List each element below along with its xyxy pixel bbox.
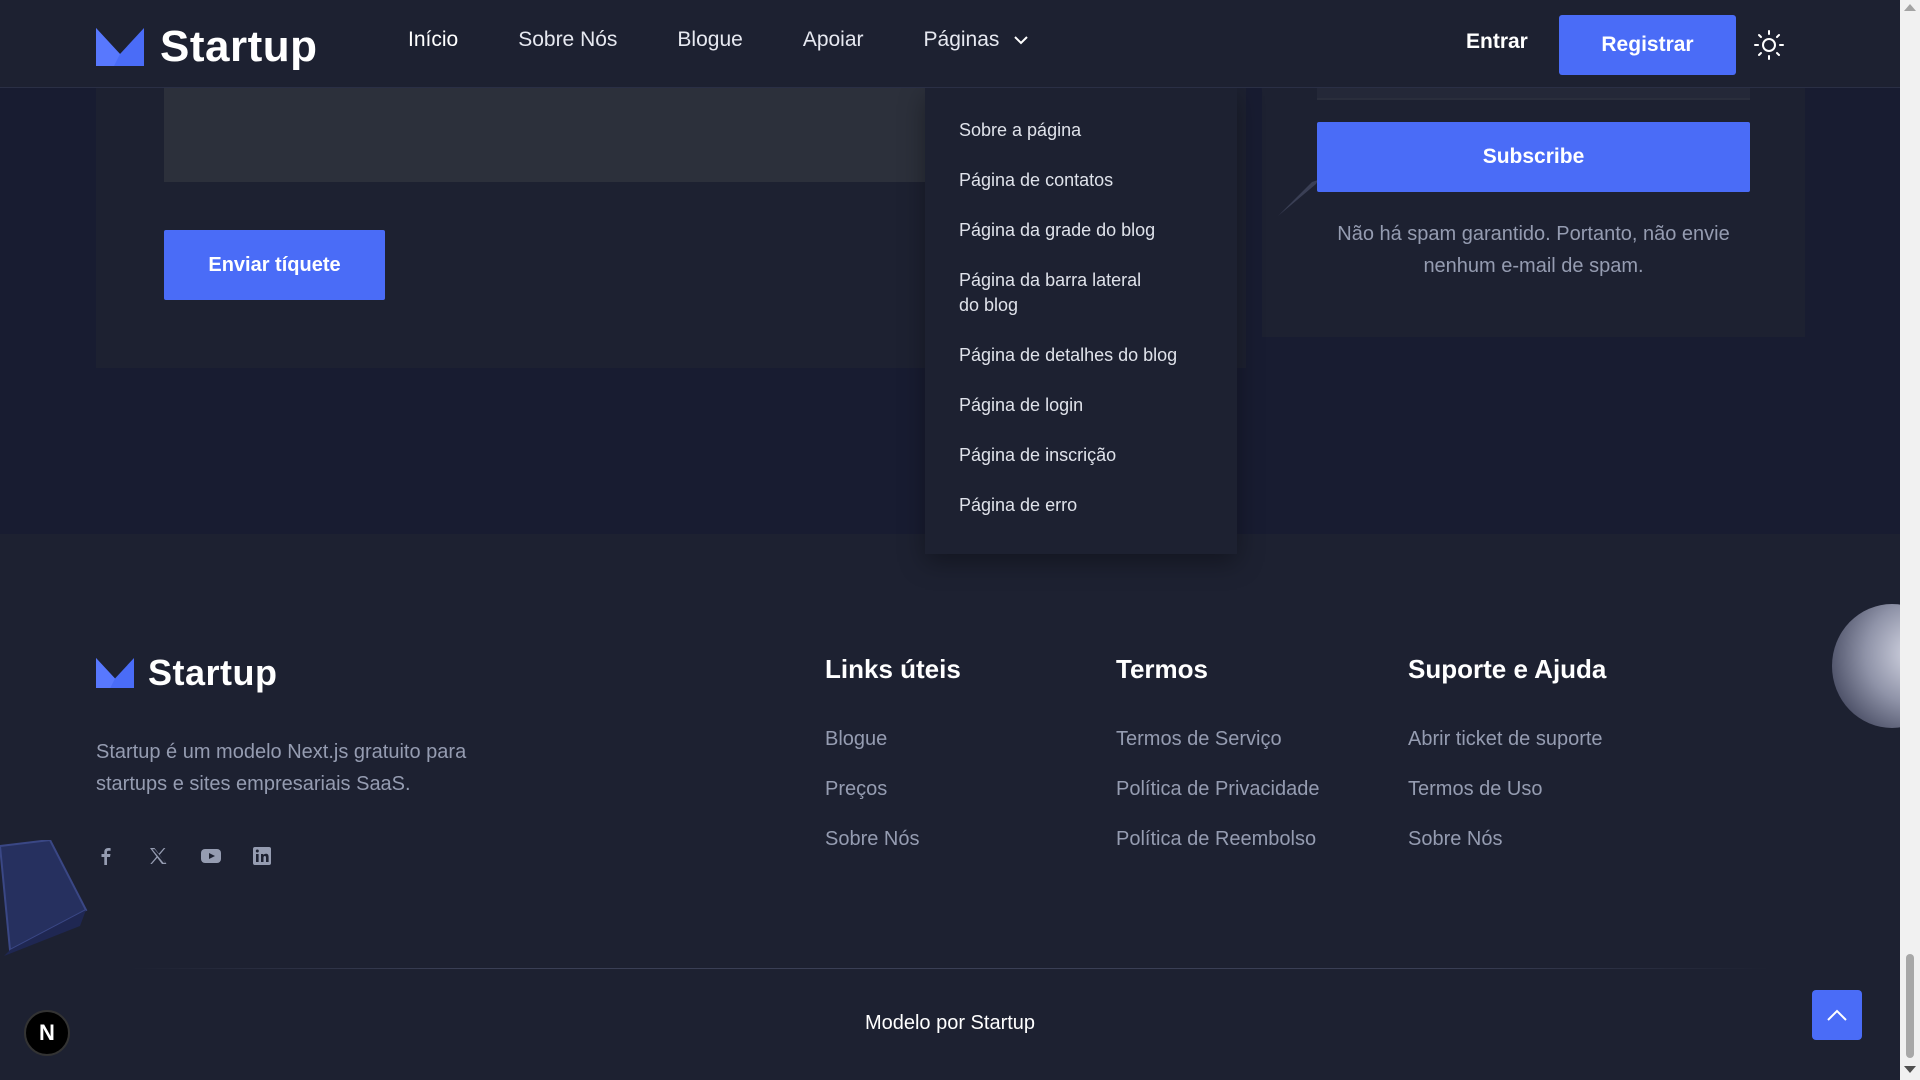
decorative-cube-icon	[0, 840, 88, 956]
chevron-down-icon	[1014, 36, 1029, 45]
footer-divider	[130, 968, 1770, 969]
footer-link-terms-of-use[interactable]: Termos de Uso	[1408, 777, 1606, 801]
nav-item-home[interactable]: Início	[408, 28, 458, 52]
x-icon[interactable]	[148, 846, 168, 866]
footer-col-support: Suporte e Ajuda Abrir ticket de suporte …	[1408, 654, 1606, 877]
footer-description: Startup é um modelo Next.js gratuito par…	[96, 741, 467, 795]
dropdown-item-about-page[interactable]: Sobre a página	[925, 118, 1237, 143]
footer-link-about[interactable]: Sobre Nós	[825, 827, 961, 851]
site-header: Startup Início Sobre Nós Blogue Apoiar P…	[0, 0, 1900, 88]
nav-item-pages[interactable]: Páginas	[924, 28, 1030, 52]
footer-link-open-ticket[interactable]: Abrir ticket de suporte	[1408, 727, 1606, 751]
footer-col-useful-links: Links úteis Blogue Preços Sobre Nós	[825, 654, 961, 877]
dropdown-item-login[interactable]: Página de login	[925, 393, 1237, 418]
brand-name: Startup	[160, 22, 318, 71]
dropdown-item-blog-grid[interactable]: Página da grade do blog	[925, 218, 1237, 243]
newsletter-card	[1262, 60, 1805, 337]
header-logo[interactable]: Startup	[96, 22, 318, 72]
footer-link-pricing[interactable]: Preços	[825, 777, 961, 801]
footer-col-terms: Termos Termos de Serviço Política de Pri…	[1116, 654, 1319, 877]
startup-logo-icon	[96, 657, 134, 689]
nav-item-support[interactable]: Apoiar	[803, 28, 864, 52]
footer-col-title: Termos	[1116, 654, 1208, 684]
scroll-up-arrow-icon[interactable]	[1904, 4, 1916, 11]
subscribe-button[interactable]: Subscribe	[1317, 122, 1750, 192]
startup-logo-icon	[96, 28, 144, 66]
no-spam-note: Não há spam garantido. Portanto, não env…	[1337, 223, 1730, 277]
youtube-icon[interactable]	[200, 846, 221, 866]
send-ticket-button[interactable]: Enviar tíquete	[164, 230, 385, 300]
scroll-to-top-button[interactable]	[1812, 990, 1862, 1040]
sun-icon[interactable]	[1754, 30, 1784, 60]
scrollbar-thumb[interactable]	[1906, 954, 1914, 1058]
footer-col-title: Links úteis	[825, 654, 961, 684]
main-nav: Início Sobre Nós Blogue Apoiar Páginas	[408, 28, 1029, 52]
nextjs-dev-badge[interactable]: N	[24, 1010, 70, 1056]
social-links	[96, 846, 272, 866]
footer-link-about-us[interactable]: Sobre Nós	[1408, 827, 1606, 851]
footer-credit: Modelo por Startup	[864, 1012, 1036, 1034]
scroll-down-arrow-icon[interactable]	[1904, 1066, 1916, 1073]
pages-dropdown-menu: Sobre a página Página de contatos Página…	[925, 88, 1237, 554]
dropdown-item-error[interactable]: Página de erro	[925, 493, 1237, 518]
signin-link[interactable]: Entrar	[1466, 30, 1528, 54]
page-scrollbar[interactable]	[1900, 0, 1920, 1080]
dropdown-item-blog-details[interactable]: Página de detalhes do blog	[925, 343, 1237, 368]
linkedin-icon[interactable]	[252, 846, 272, 866]
dropdown-item-contact-page[interactable]: Página de contatos	[925, 168, 1237, 193]
nav-item-pages-label: Páginas	[923, 28, 1000, 51]
dropdown-item-signup[interactable]: Página de inscrição	[925, 443, 1237, 468]
footer-link-privacy-policy[interactable]: Política de Privacidade	[1116, 777, 1319, 801]
footer-brand-name: Startup	[148, 652, 278, 693]
footer-col-title: Suporte e Ajuda	[1408, 654, 1607, 684]
footer-link-blog[interactable]: Blogue	[825, 727, 961, 751]
nav-item-about[interactable]: Sobre Nós	[518, 28, 617, 52]
decorative-shape-icon	[1278, 180, 1318, 216]
register-button[interactable]: Registrar	[1559, 15, 1736, 75]
footer-link-terms-of-service[interactable]: Termos de Serviço	[1116, 727, 1319, 751]
chevron-up-icon	[1827, 1009, 1847, 1021]
footer-link-refund-policy[interactable]: Política de Reembolso	[1116, 827, 1319, 851]
dropdown-item-blog-sidebar[interactable]: Página da barra lateral do blog	[925, 268, 1185, 318]
facebook-icon[interactable]	[96, 846, 116, 866]
footer-logo[interactable]: Startup	[96, 652, 278, 694]
nav-item-blog[interactable]: Blogue	[677, 28, 742, 52]
